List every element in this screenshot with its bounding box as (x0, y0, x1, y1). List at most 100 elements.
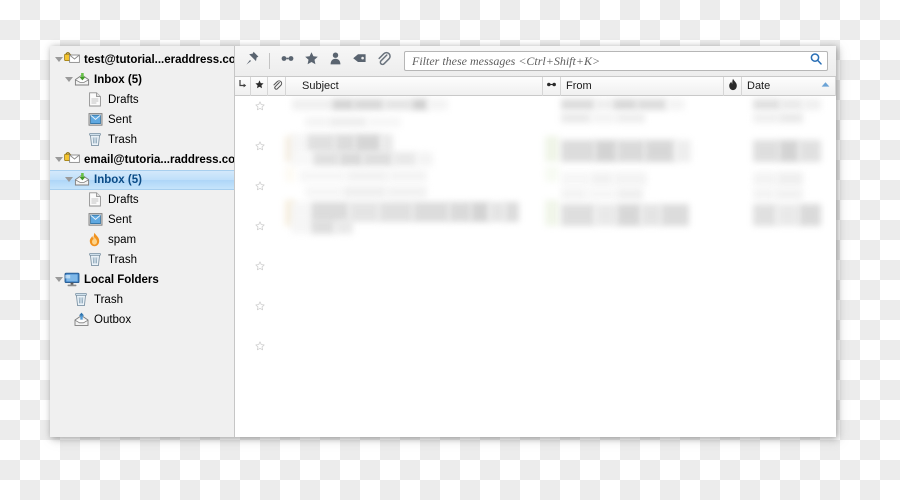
message-star-toggle[interactable] (235, 100, 285, 112)
column-header-subject-label: Subject (302, 80, 339, 92)
message-row[interactable] (235, 176, 836, 196)
folder-item-label: Sent (108, 214, 132, 226)
folder-item-inbox-5[interactable]: Inbox (5) (50, 170, 234, 190)
folder-item-drafts[interactable]: Drafts (50, 90, 234, 110)
twisty-expand-icon[interactable] (64, 76, 73, 85)
twisty-placeholder (78, 96, 87, 105)
account-secure-mail-icon (64, 52, 80, 68)
folder-item-label: Sent (108, 114, 132, 126)
folder-item-label: email@tutoria...raddress.com (84, 154, 235, 166)
folder-item-label: Local Folders (84, 274, 159, 286)
message-row[interactable] (235, 96, 836, 116)
folder-item-label: Drafts (108, 194, 139, 206)
sort-ascending-icon (820, 80, 831, 92)
account-secure-mail-icon (64, 152, 80, 168)
pushpin-icon (244, 50, 261, 72)
folder-item-label: Trash (108, 254, 137, 266)
folder-item-sent[interactable]: Sent (50, 110, 234, 130)
message-row[interactable] (235, 216, 836, 236)
column-header-thread[interactable] (235, 76, 251, 96)
folder-item-label: Trash (108, 134, 137, 146)
column-header-from[interactable]: From (561, 76, 724, 96)
star-icon (303, 50, 320, 72)
search-icon[interactable] (809, 52, 823, 71)
trash-icon (74, 292, 90, 308)
folder-item-sent[interactable]: Sent (50, 210, 234, 230)
quick-filter-attachment-button[interactable] (372, 50, 395, 72)
folder-pane[interactable]: test@tutorial...eraddress.com Inbox (5) Dr… (50, 46, 235, 437)
twisty-expand-icon[interactable] (54, 156, 63, 165)
message-thread-list[interactable] (235, 96, 836, 437)
quick-filter-contact-button[interactable] (324, 50, 347, 72)
message-row[interactable] (235, 256, 836, 276)
column-header-subject[interactable]: Subject (286, 76, 543, 96)
person-icon (327, 50, 344, 72)
sent-icon (88, 112, 104, 128)
column-header-star[interactable] (251, 76, 268, 96)
twisty-placeholder (78, 236, 87, 245)
toolbar-separator (269, 53, 270, 69)
folder-item-local-folders[interactable]: Local Folders (50, 270, 234, 290)
column-header-attachment[interactable] (268, 76, 286, 96)
message-star-toggle[interactable] (235, 140, 285, 152)
twisty-placeholder (64, 296, 73, 305)
quick-filter-starred-button[interactable] (300, 50, 323, 72)
drafts-icon (88, 192, 104, 208)
message-row[interactable] (235, 296, 836, 316)
folder-item-email-tutoria-raddress-com[interactable]: email@tutoria...raddress.com (50, 150, 234, 170)
folder-item-label: test@tutorial...eraddress.com (84, 54, 235, 66)
thread-column-headers[interactable]: Subject From Date (235, 76, 836, 96)
column-header-date[interactable]: Date (742, 76, 836, 96)
twisty-placeholder (78, 196, 87, 205)
quick-filter-tags-button[interactable] (348, 50, 371, 72)
folder-item-label: Outbox (94, 314, 132, 326)
folder-item-trash[interactable]: Trash (50, 250, 234, 270)
column-header-junk[interactable] (724, 76, 742, 96)
message-row[interactable] (235, 136, 836, 156)
column-header-date-label: Date (747, 80, 771, 92)
message-star-toggle[interactable] (235, 180, 285, 192)
sent-icon (88, 212, 104, 228)
local-folders-icon (64, 272, 80, 288)
folder-item-spam[interactable]: spam (50, 230, 234, 250)
unread-icon (545, 78, 558, 94)
folder-item-inbox-5[interactable]: Inbox (5) (50, 70, 234, 90)
folder-item-label: Inbox (5) (94, 174, 142, 186)
quick-filter-unread-button[interactable] (276, 50, 299, 72)
folder-item-trash[interactable]: Trash (50, 130, 234, 150)
folder-item-test-tutorial-eraddress-com[interactable]: test@tutorial...eraddress.com (50, 50, 234, 70)
twisty-expand-icon[interactable] (54, 56, 63, 65)
message-star-toggle[interactable] (235, 340, 285, 352)
folder-item-label: spam (108, 234, 137, 246)
folder-item-drafts[interactable]: Drafts (50, 190, 234, 210)
quick-filter-search-box[interactable] (404, 51, 828, 71)
folder-item-label: Trash (94, 294, 123, 306)
folder-item-outbox[interactable]: Outbox (50, 310, 234, 330)
mail-client-window: test@tutorial...eraddress.com Inbox (5) Dr… (50, 46, 836, 437)
message-star-toggle[interactable] (235, 260, 285, 272)
junk-flame-icon (727, 78, 739, 94)
twisty-expand-icon[interactable] (54, 276, 63, 285)
spam-flame-icon (88, 232, 104, 248)
redacted-text-block (305, 117, 329, 127)
search-input[interactable] (412, 53, 809, 69)
quick-filter-toolbar (235, 46, 836, 77)
message-star-toggle[interactable] (235, 220, 285, 232)
folder-item-trash[interactable]: Trash (50, 290, 234, 310)
message-row[interactable] (235, 336, 836, 356)
inbox-icon (74, 72, 90, 88)
message-star-toggle[interactable] (235, 300, 285, 312)
column-header-from-label: From (566, 80, 592, 92)
column-header-unread[interactable] (543, 76, 561, 96)
message-area: Subject From (235, 46, 836, 437)
star-icon (254, 79, 265, 93)
quick-filter-pin-button[interactable] (241, 50, 264, 72)
paperclip-icon (375, 50, 392, 72)
twisty-placeholder (64, 316, 73, 325)
trash-icon (88, 132, 104, 148)
twisty-expand-icon[interactable] (64, 176, 73, 185)
outbox-icon (74, 312, 90, 328)
twisty-placeholder (78, 116, 87, 125)
inbox-icon (74, 172, 90, 188)
redacted-text-block (367, 117, 401, 127)
